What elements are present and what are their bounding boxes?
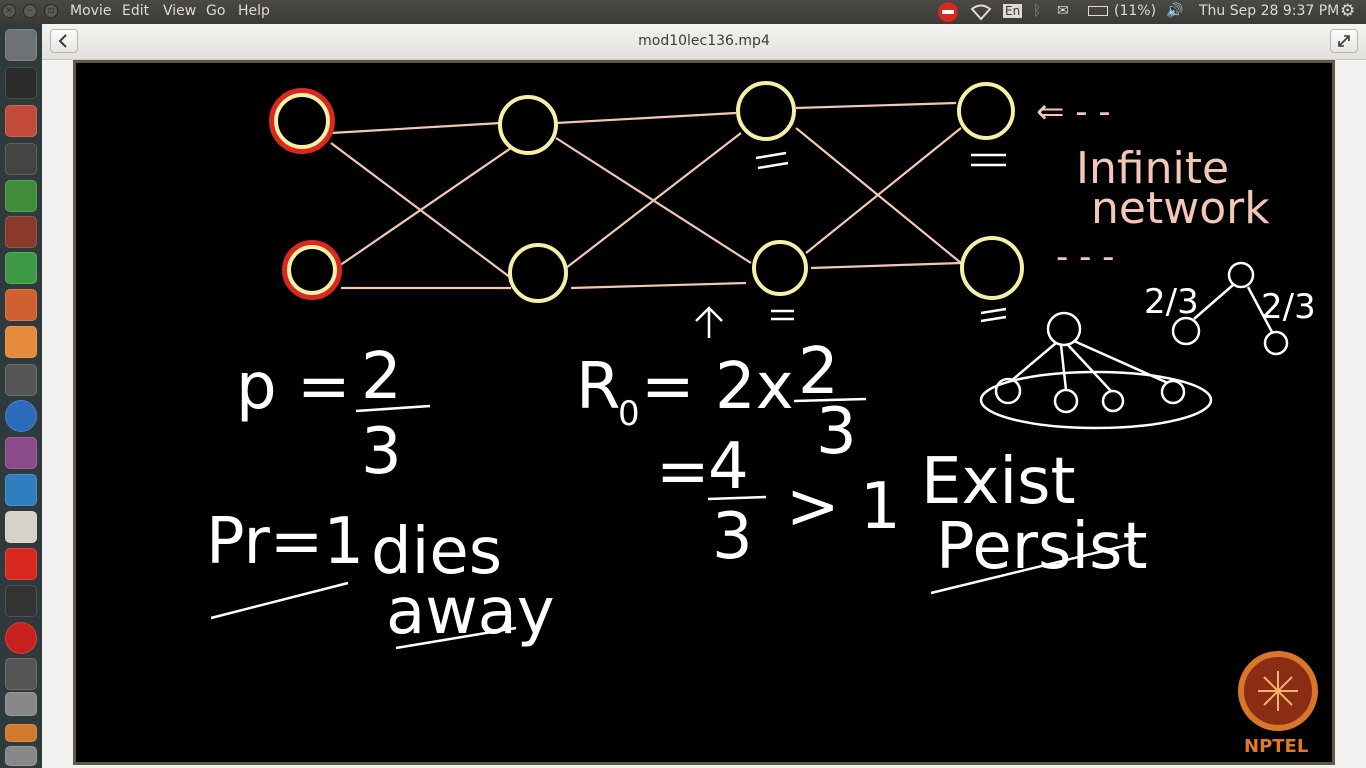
archive-icon[interactable] (5, 724, 37, 742)
close-window-button[interactable]: × (2, 4, 16, 18)
r0-expression: = 2x (641, 350, 794, 424)
trash-icon[interactable] (5, 746, 37, 766)
file-manager-icon[interactable] (5, 105, 37, 137)
menu-go[interactable]: Go (206, 3, 225, 19)
launcher (0, 24, 42, 768)
top-panel: × – ▫ Movie Edit View Go Help En ᛒ ✉ (11… (0, 0, 1366, 24)
mail-icon[interactable]: ✉ (1057, 3, 1069, 19)
p-label: p = (236, 350, 351, 424)
fraction-denominator: 3 (712, 500, 753, 574)
tree-diagram (979, 261, 1289, 430)
menu-edit[interactable]: Edit (122, 3, 149, 19)
r0-label: R (576, 350, 620, 424)
volume-icon[interactable]: 🔊 (1166, 3, 1183, 19)
dash-home-icon[interactable] (5, 29, 37, 61)
r0-denominator: 3 (816, 395, 857, 469)
opera-icon[interactable] (5, 622, 37, 654)
writer-icon[interactable] (5, 474, 37, 506)
p-numerator: 2 (361, 340, 402, 414)
gmail-icon[interactable] (5, 548, 37, 580)
battery-icon[interactable] (1088, 6, 1108, 16)
maximize-window-button[interactable]: ▫ (44, 4, 58, 18)
keyboard-layout-indicator[interactable]: En (1003, 4, 1023, 18)
fraction-numerator: 4 (708, 430, 749, 504)
presentation-icon[interactable] (5, 289, 37, 321)
network-text: network (1091, 183, 1270, 234)
underline-marks (695, 151, 1007, 338)
pr-equals-one: Pr=1 (206, 505, 364, 579)
nptel-logo-emblem (1258, 671, 1298, 711)
chrome-icon[interactable] (5, 180, 37, 212)
gp-icon[interactable] (5, 658, 37, 690)
network-nodes (269, 81, 1024, 303)
two-thirds-right: 2/3 (1261, 287, 1316, 327)
media-player-icon[interactable] (5, 437, 37, 469)
arrow-dots-top: ⇐ - - (1036, 92, 1111, 132)
clock[interactable]: Thu Sep 28 9:37 PM (1199, 3, 1339, 19)
persist-text: Persist (936, 510, 1148, 584)
p-denominator: 3 (361, 415, 402, 489)
equals-sign: = (656, 435, 710, 509)
wifi-icon[interactable] (970, 3, 992, 25)
away-text: away (386, 575, 555, 649)
sublime-icon[interactable] (5, 143, 37, 175)
nptel-wordmark: NPTEL (1244, 736, 1308, 757)
minimize-window-button[interactable]: – (23, 4, 37, 18)
dots-middle: - - - (1056, 237, 1114, 277)
two-thirds-left: 2/3 (1144, 282, 1199, 322)
menu-view[interactable]: View (163, 3, 196, 19)
terminal-icon[interactable] (5, 67, 37, 99)
battery-percentage: (11%) (1114, 3, 1157, 19)
gear-icon[interactable]: ⚙ (1340, 1, 1355, 21)
text-editor-icon[interactable] (5, 511, 37, 543)
spreadsheet-icon[interactable] (5, 252, 37, 284)
network-edges (330, 101, 962, 290)
menu-movie[interactable]: Movie (70, 3, 111, 19)
video-frame[interactable]: p = 2 3 R 0 = 2x 2 3 = 4 3 > 1 Pr=1 dies… (73, 60, 1335, 765)
r-language-icon[interactable] (5, 400, 37, 432)
header-bar: mod10lec136.mp4 (42, 24, 1366, 60)
video-editor-icon[interactable] (5, 364, 37, 396)
whiteboard-canvas: p = 2 3 R 0 = 2x 2 3 = 4 3 > 1 Pr=1 dies… (206, 81, 1318, 757)
window-title: mod10lec136.mp4 (638, 33, 770, 49)
menu-help[interactable]: Help (238, 3, 270, 19)
exist-text: Exist (921, 445, 1076, 519)
no-entry-icon[interactable] (938, 2, 958, 22)
nptel-logo: NPTEL (1238, 651, 1318, 757)
drives-icon[interactable] (5, 692, 37, 716)
document-viewer-icon[interactable] (5, 326, 37, 358)
ipython-icon[interactable] (5, 585, 37, 617)
r0-subscript: 0 (618, 394, 640, 434)
fullscreen-button[interactable] (1330, 29, 1358, 53)
settings-icon[interactable] (5, 216, 37, 248)
greater-than-one: > 1 (786, 470, 901, 544)
bluetooth-icon[interactable]: ᛒ (1033, 3, 1041, 19)
fullscreen-icon (1338, 35, 1350, 47)
